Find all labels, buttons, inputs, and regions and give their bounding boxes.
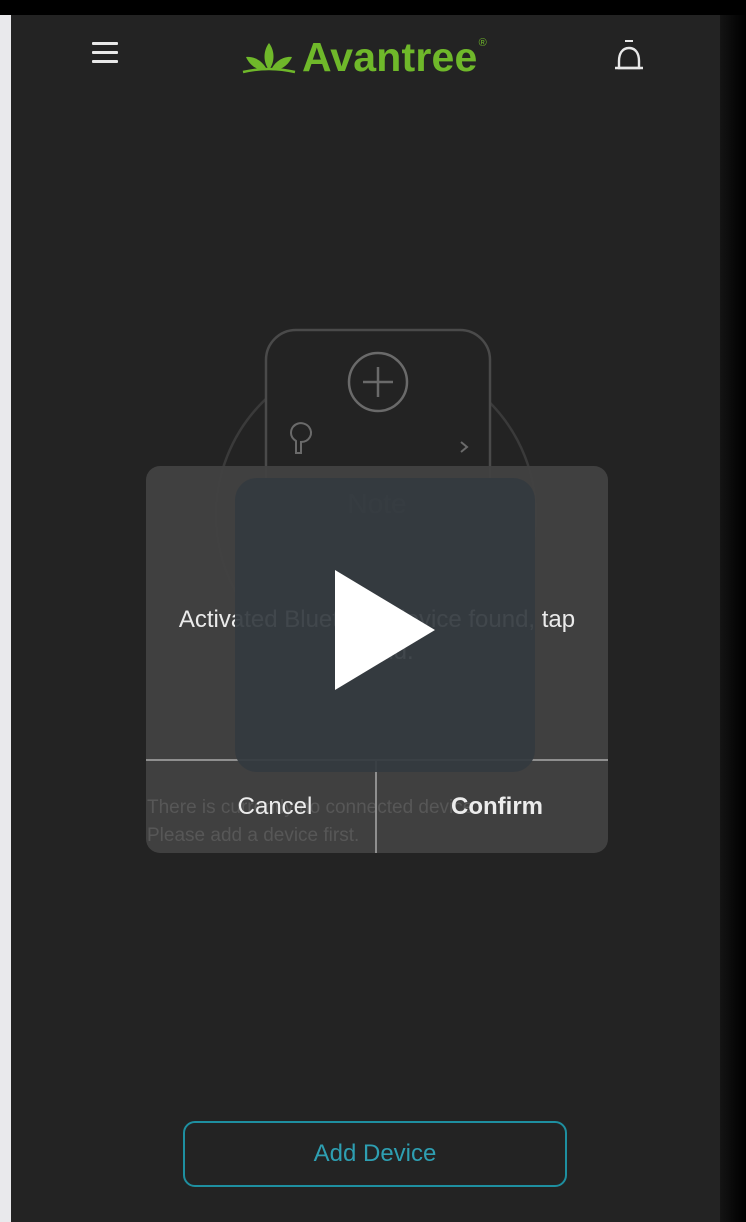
dialog-divider-vertical [375,761,377,853]
add-device-button[interactable]: Add Device [183,1121,567,1187]
confirm-button[interactable]: Confirm [437,761,557,853]
app-screen: Avantree ® Note Activated Bluetooth devi… [11,15,720,1222]
brand-name: Avantree [302,33,478,80]
hamburger-menu-icon[interactable] [90,40,120,66]
registered-mark: ® [478,37,487,49]
left-edge-strip [0,15,11,1222]
bell-icon[interactable] [612,37,646,77]
right-edge-shadow [720,15,746,1222]
video-play-overlay[interactable] [235,478,535,772]
cancel-button[interactable]: Cancel [220,761,330,853]
leaf-logo-icon [242,43,296,74]
top-bar [0,0,746,15]
brand-logo: Avantree ® [240,29,487,85]
play-icon[interactable] [329,568,439,692]
